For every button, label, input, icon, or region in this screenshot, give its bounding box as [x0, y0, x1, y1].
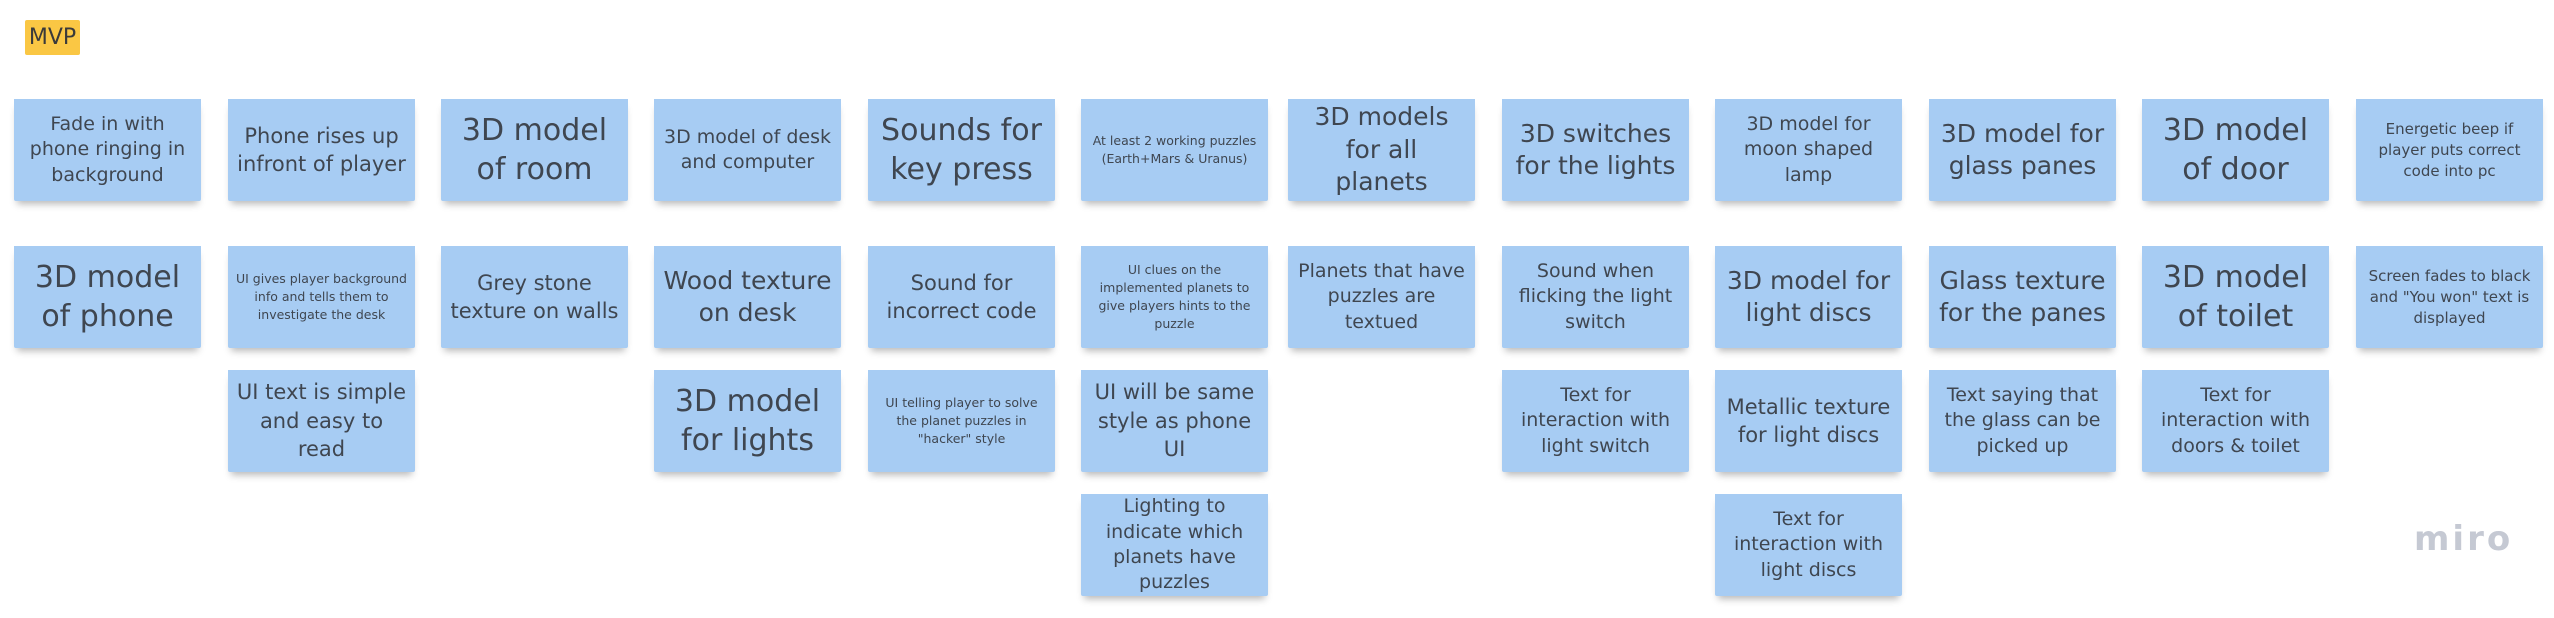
sticky-note-text: Fade in with phone ringing in background	[29, 113, 186, 186]
sticky-note-text: Glass texture for the panes	[1939, 265, 2106, 328]
sticky-note[interactable]: 3D model of room	[441, 99, 628, 201]
sticky-note-text: Wood texture on desk	[663, 265, 832, 328]
sticky-note-text: Text for interaction with doors & toilet	[2160, 384, 2311, 457]
sticky-column-6: At least 2 working puzzles (Earth+Mars &…	[1081, 99, 1268, 618]
sticky-note[interactable]: Sounds for key press	[868, 99, 1055, 201]
sticky-note[interactable]: Sound when flicking the light switch	[1502, 246, 1689, 348]
sticky-note-text: Grey stone texture on walls	[450, 270, 619, 323]
sticky-note-text: At least 2 working puzzles (Earth+Mars &…	[1092, 132, 1257, 166]
sticky-column-4: 3D model of desk and computer Wood textur…	[654, 99, 841, 494]
sticky-note-text: Text saying that the glass can be picked…	[1944, 384, 2101, 457]
sticky-note-text: Sound when flicking the light switch	[1518, 260, 1673, 333]
sticky-column-7: 3D models for all planets Planets that ha…	[1288, 99, 1475, 370]
sticky-note[interactable]: 3D switches for the lights	[1502, 99, 1689, 201]
sticky-column-11: 3D model of door 3D model of toilet Text f…	[2142, 99, 2329, 494]
sticky-note-text: Energetic beep if player puts correct co…	[2378, 119, 2521, 180]
sticky-note[interactable]: Metallic texture for light discs	[1715, 370, 1902, 472]
sticky-column-2: Phone rises up infront of player UI gives…	[228, 99, 415, 494]
sticky-note[interactable]: UI will be same style as phone UI	[1081, 370, 1268, 472]
sticky-note-text: Screen fades to black and "You won" text…	[2368, 266, 2531, 327]
sticky-note-text: 3D model of door	[2162, 113, 2309, 187]
sticky-note-text: UI clues on the implemented planets to g…	[1098, 261, 1251, 332]
sticky-column-1: Fade in with phone ringing in background…	[14, 99, 201, 370]
sticky-note-text: UI will be same style as phone UI	[1094, 380, 1255, 462]
sticky-note-text: Metallic texture for light discs	[1726, 394, 1891, 447]
sticky-note-text: UI text is simple and easy to read	[236, 380, 407, 462]
sticky-note[interactable]: Grey stone texture on walls	[441, 246, 628, 348]
sticky-note-text: 3D model for light discs	[1726, 265, 1891, 328]
sticky-note-text: Phone rises up infront of player	[237, 123, 406, 176]
sticky-note[interactable]: Fade in with phone ringing in background	[14, 99, 201, 201]
sticky-note[interactable]: Text for interaction with doors & toilet	[2142, 370, 2329, 472]
sticky-note[interactable]: 3D model of desk and computer	[654, 99, 841, 201]
sticky-note[interactable]: Lighting to indicate which planets have …	[1081, 494, 1268, 596]
sticky-note-text: UI gives player background info and tell…	[236, 270, 407, 323]
sticky-note[interactable]: 3D model for glass panes	[1929, 99, 2116, 201]
sticky-column-8: 3D switches for the lights Sound when fli…	[1502, 99, 1689, 494]
sticky-note[interactable]: 3D model of door	[2142, 99, 2329, 201]
sticky-note[interactable]: Screen fades to black and "You won" text…	[2356, 246, 2543, 348]
frame-label-mvp[interactable]: MVP	[25, 20, 80, 55]
sticky-note[interactable]: UI clues on the implemented planets to g…	[1081, 246, 1268, 348]
sticky-column-10: 3D model for glass panes Glass texture fo…	[1929, 99, 2116, 494]
sticky-column-12: Energetic beep if player puts correct co…	[2356, 99, 2543, 370]
sticky-note[interactable]: At least 2 working puzzles (Earth+Mars &…	[1081, 99, 1268, 201]
sticky-note[interactable]: 3D model for light discs	[1715, 246, 1902, 348]
sticky-note[interactable]: Planets that have puzzles are textued	[1288, 246, 1475, 348]
sticky-note-text: 3D model for moon shaped lamp	[1743, 113, 1874, 186]
sticky-note-text: Planets that have puzzles are textued	[1298, 260, 1465, 333]
sticky-note[interactable]: Wood texture on desk	[654, 246, 841, 348]
sticky-note-text: Lighting to indicate which planets have …	[1105, 495, 1244, 594]
sticky-column-9: 3D model for moon shaped lamp 3D model fo…	[1715, 99, 1902, 618]
sticky-note-text: 3D model of room	[461, 113, 608, 187]
sticky-note[interactable]: 3D model for lights	[654, 370, 841, 472]
sticky-note-text: 3D model of phone	[34, 260, 181, 334]
sticky-note[interactable]: Text for interaction with light switch	[1502, 370, 1689, 472]
sticky-note-text: Sound for incorrect code	[886, 270, 1037, 323]
sticky-note[interactable]: Phone rises up infront of player	[228, 99, 415, 201]
miro-logo: miro	[2414, 519, 2514, 559]
sticky-note-text: 3D model for lights	[674, 384, 821, 458]
sticky-note[interactable]: Sound for incorrect code	[868, 246, 1055, 348]
sticky-column-3: 3D model of room Grey stone texture on wa…	[441, 99, 628, 370]
sticky-note-text: 3D switches for the lights	[1515, 118, 1676, 181]
sticky-note-text: Text for interaction with light switch	[1520, 384, 1671, 457]
sticky-note[interactable]: Text for interaction with light discs	[1715, 494, 1902, 596]
miro-board[interactable]: MVP Fade in with phone ringing in backgr…	[0, 0, 2554, 611]
sticky-note-text: 3D model of toilet	[2162, 260, 2309, 334]
sticky-note[interactable]: Glass texture for the panes	[1929, 246, 2116, 348]
sticky-note-text: Sounds for key press	[881, 113, 1042, 187]
sticky-note[interactable]: UI text is simple and easy to read	[228, 370, 415, 472]
sticky-note-text: UI telling player to solve the planet pu…	[885, 394, 1038, 447]
sticky-note[interactable]: UI telling player to solve the planet pu…	[868, 370, 1055, 472]
sticky-note-text: 3D models for all planets	[1314, 102, 1449, 197]
sticky-note-text: 3D model of desk and computer	[664, 125, 831, 173]
sticky-note[interactable]: 3D model for moon shaped lamp	[1715, 99, 1902, 201]
sticky-note[interactable]: Text saying that the glass can be picked…	[1929, 370, 2116, 472]
sticky-note[interactable]: Energetic beep if player puts correct co…	[2356, 99, 2543, 201]
sticky-note[interactable]: UI gives player background info and tell…	[228, 246, 415, 348]
sticky-note[interactable]: 3D models for all planets	[1288, 99, 1475, 201]
sticky-note[interactable]: 3D model of toilet	[2142, 246, 2329, 348]
sticky-column-5: Sounds for key press Sound for incorrect …	[868, 99, 1055, 494]
sticky-note-text: Text for interaction with light discs	[1733, 508, 1884, 581]
sticky-note[interactable]: 3D model of phone	[14, 246, 201, 348]
sticky-note-text: 3D model for glass panes	[1940, 118, 2105, 181]
